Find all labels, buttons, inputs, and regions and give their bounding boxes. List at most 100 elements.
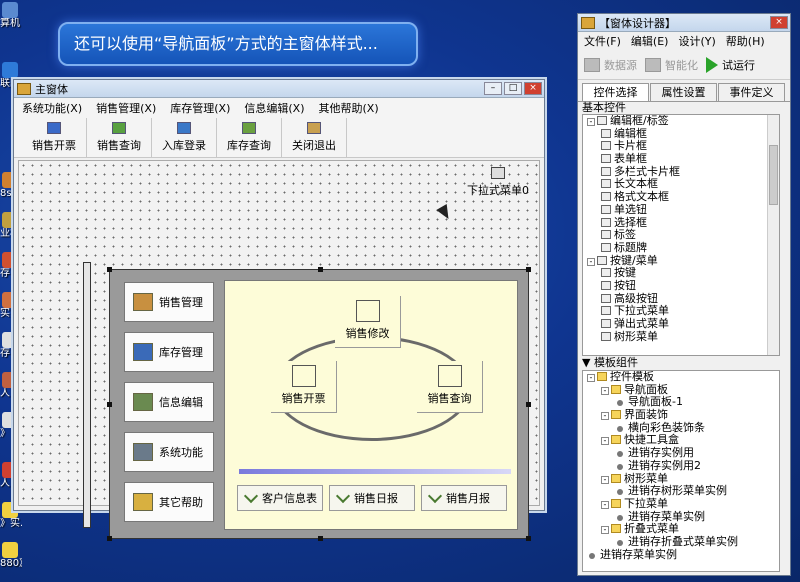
designer-titlebar[interactable]: 【窗体设计器】 × (578, 14, 790, 32)
basic-controls-tree[interactable]: - 编辑框/标签 编辑框 卡片框 表单框 多栏式卡片框 长文本框 格式文本框 单选钮 选择框 标签标… (582, 114, 780, 356)
sales-daily-button[interactable]: 销售日报 (329, 485, 415, 511)
menu-item[interactable]: 库存管理(X) (170, 100, 230, 116)
minimize-button[interactable]: – (484, 82, 502, 95)
collapse-icon[interactable]: - (601, 386, 609, 395)
tree-item[interactable]: 树形菜单 (583, 330, 779, 344)
tree-scrollbar[interactable] (767, 115, 779, 355)
resize-handle[interactable] (318, 267, 323, 272)
menu-item[interactable]: 文件(F) (584, 33, 621, 49)
tree-item[interactable]: - 按键/菜单 (583, 254, 779, 268)
collapse-icon[interactable]: - (587, 118, 595, 126)
tree-item[interactable]: 导航面板-1 (583, 396, 779, 409)
customer-info-button[interactable]: 客户信息表 (237, 485, 323, 511)
tree-item-label: 进销存实例用 (628, 446, 694, 460)
resize-handle[interactable] (107, 402, 112, 407)
resize-handle[interactable] (107, 267, 112, 272)
tab-properties[interactable]: 属性设置 (650, 83, 717, 101)
tree-item[interactable]: 横向彩色装饰条 (583, 421, 779, 435)
collapse-icon[interactable]: - (601, 526, 609, 535)
tree-item[interactable]: 弹出式菜单 (583, 317, 779, 331)
tree-item[interactable]: 多栏式卡片框 (583, 165, 779, 179)
sales-monthly-button[interactable]: 销售月报 (421, 485, 507, 511)
test-run-button[interactable]: 试运行 (706, 56, 755, 73)
control-icon (601, 331, 611, 341)
tree-item[interactable]: - 控件模板 (583, 371, 779, 384)
tree-item-label: 按键 (614, 266, 636, 280)
menu-item[interactable]: 设计(Y) (678, 33, 715, 49)
selected-bar-control[interactable] (83, 262, 91, 528)
tree-item[interactable]: 选择框 (583, 216, 779, 230)
toolbar-button[interactable]: 销售查询 (87, 118, 152, 157)
tree-item[interactable]: 标签 (583, 228, 779, 242)
nav-label: 销售管理 (159, 296, 203, 309)
collapse-icon[interactable]: - (601, 475, 609, 484)
design-canvas[interactable]: 下拉式菜单0 销售管理 库存管理 信息编辑 系统功能 其它帮助 销售修改 销售开… (18, 160, 540, 541)
checkmark-icon (243, 488, 259, 504)
node-sales-query[interactable]: 销售查询 (417, 361, 483, 413)
main-window-titlebar[interactable]: 主窗体 – □ × (14, 80, 544, 98)
tree-item[interactable]: 进销存实例用2 (583, 459, 779, 473)
menu-item[interactable]: 信息编辑(X) (244, 100, 304, 116)
tree-item[interactable]: 进销存树形菜单实例 (583, 484, 779, 498)
node-sales-edit[interactable]: 销售修改 (335, 296, 401, 348)
resize-handle[interactable] (526, 536, 531, 541)
scroll-thumb[interactable] (769, 145, 778, 205)
tree-item-label: 折叠式菜单 (624, 522, 679, 536)
template-components-tree[interactable]: - 控件模板 - 导航面板 导航面板-1- 界面装饰 横向彩色装饰条 - 快捷工具盒 进销存实例用… (582, 370, 780, 572)
nav-button[interactable]: 系统功能 (124, 432, 214, 472)
close-button[interactable]: × (524, 82, 542, 95)
desktop-shortcut[interactable]: 880》 (0, 542, 22, 570)
tree-item[interactable]: 卡片框 (583, 140, 779, 153)
toolbar-button[interactable]: 库存查询 (217, 118, 282, 157)
nav-button[interactable]: 销售管理 (124, 282, 214, 322)
tree-item[interactable]: 按钮 (583, 279, 779, 293)
nav-button[interactable]: 其它帮助 (124, 482, 214, 522)
button-label: 数据源 (604, 58, 637, 72)
tree-item-label: 进销存菜单实例 (628, 509, 705, 523)
smart-button[interactable]: 智能化 (645, 57, 698, 73)
nav-button[interactable]: 信息编辑 (124, 382, 214, 422)
resize-handle[interactable] (318, 536, 323, 541)
nav-label: 其它帮助 (159, 496, 203, 509)
menu-item[interactable]: 编辑(E) (631, 33, 669, 49)
menu-item[interactable]: 其他帮助(X) (319, 100, 379, 116)
collapse-icon[interactable]: - (601, 437, 609, 446)
toolbar-button[interactable]: 入库登录 (152, 118, 217, 157)
collapse-icon[interactable]: - (601, 500, 609, 509)
template-components-heading[interactable]: ▼ 模板组件 (582, 357, 780, 369)
menu-item[interactable]: 帮助(H) (726, 33, 765, 49)
navigation-panel[interactable]: 销售管理库存管理信息编辑系统功能其它帮助 销售修改 销售开票 销售查询 (107, 267, 531, 541)
tab-control-select[interactable]: 控件选择 (582, 83, 649, 101)
collapse-icon[interactable]: - (587, 374, 595, 382)
tab-events[interactable]: 事件定义 (718, 83, 785, 101)
close-button[interactable]: × (770, 16, 788, 29)
folder-icon (611, 410, 621, 420)
tree-item[interactable]: - 编辑框/标签 (583, 115, 779, 128)
tree-item[interactable]: 长文本框 (583, 178, 779, 191)
tree-item[interactable]: 表单框 (583, 152, 779, 166)
tree-item[interactable]: 进销存菜单实例 (583, 548, 779, 562)
resize-handle[interactable] (107, 536, 112, 541)
maximize-button[interactable]: □ (504, 82, 522, 95)
toolbar-button[interactable]: 关闭退出 (282, 118, 347, 157)
menu-item[interactable]: 销售管理(X) (96, 100, 156, 116)
form-designer-window: 【窗体设计器】 × 文件(F) 编辑(E) 设计(Y) 帮助(H) 数据源 智能化 试… (577, 13, 791, 576)
collapse-icon[interactable]: - (587, 257, 595, 266)
node-sales-invoice[interactable]: 销售开票 (271, 361, 337, 413)
toolbar-button[interactable]: 销售开票 (22, 118, 87, 157)
dropdown-menu-control[interactable]: 下拉式菜单0 (467, 167, 529, 198)
tree-item[interactable]: 下拉式菜单 (583, 304, 779, 318)
tree-item[interactable]: 进销存菜单实例 (583, 509, 779, 524)
tree-item[interactable]: 格式文本框 (583, 190, 779, 204)
datasource-button[interactable]: 数据源 (584, 57, 637, 73)
resize-handle[interactable] (526, 402, 531, 407)
tree-item[interactable]: 编辑框 (583, 127, 779, 141)
resize-handle[interactable] (526, 267, 531, 272)
tree-item[interactable]: 按键 (583, 266, 779, 280)
nav-button[interactable]: 库存管理 (124, 332, 214, 372)
menu-item[interactable]: 系统功能(X) (22, 100, 82, 116)
collapse-icon[interactable]: - (601, 412, 609, 421)
desktop-shortcut[interactable]: 算机 (0, 2, 22, 30)
tree-item[interactable]: 单选钮 (583, 203, 779, 217)
tree-item[interactable]: 高级按钮 (583, 292, 779, 306)
